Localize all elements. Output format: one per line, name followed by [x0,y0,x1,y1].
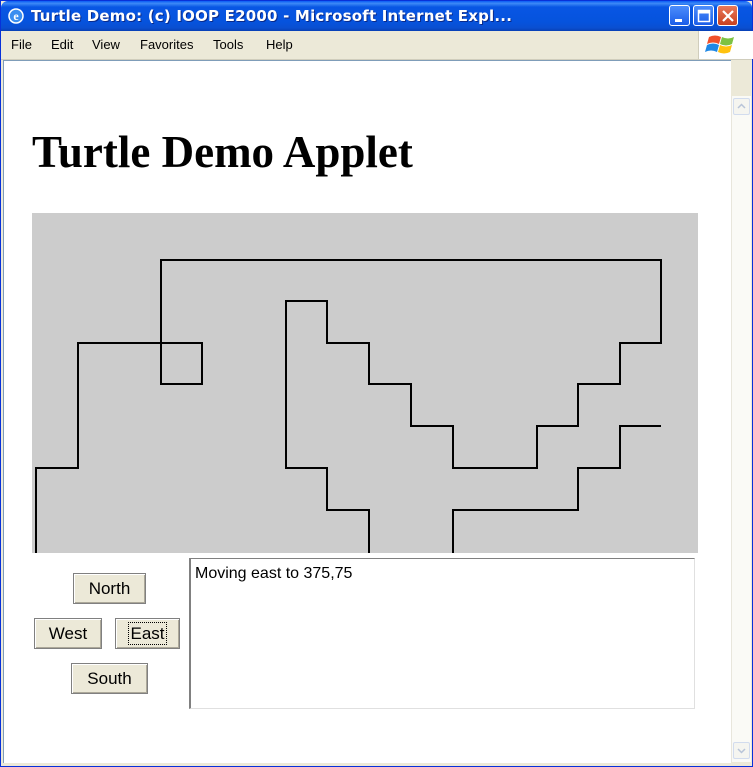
east-button-label: East [128,621,167,645]
menu-edit[interactable]: Edit [51,37,73,52]
status-output[interactable]: Moving east to 375,75 [189,558,695,709]
menu-favorites[interactable]: Favorites [140,37,193,52]
maximize-button[interactable] [693,5,714,26]
svg-text:e: e [13,9,19,23]
windows-logo [698,31,753,59]
north-button[interactable]: North [73,573,146,604]
chevron-down-icon [737,748,746,754]
south-button[interactable]: South [71,663,148,694]
menu-tools[interactable]: Tools [213,37,243,52]
east-button[interactable]: East [115,618,180,649]
menu-bar: File Edit View Favorites Tools Help [1,31,752,60]
menu-file[interactable]: File [11,37,32,52]
browser-window: e Turtle Demo: (c) IOOP E2000 - Microsof… [0,0,753,767]
scroll-down-button[interactable] [733,742,750,759]
turtle-path-1 [452,425,661,553]
window-title: Turtle Demo: (c) IOOP E2000 - Microsoft … [31,7,513,25]
windows-flag-icon [705,35,734,54]
turtle-canvas[interactable] [32,213,698,553]
internet-explorer-icon: e [8,8,24,24]
west-button[interactable]: West [34,618,102,649]
close-icon [722,10,734,22]
turtle-drawing [35,259,662,553]
chevron-up-icon [737,103,746,109]
minimize-button[interactable] [669,5,690,26]
south-button-label: South [87,668,132,688]
maximize-icon [697,9,711,23]
menu-view[interactable]: View [92,37,120,52]
minimize-icon [675,19,682,22]
title-bar[interactable]: e Turtle Demo: (c) IOOP E2000 - Microsof… [1,1,752,31]
vertical-scrollbar[interactable] [731,96,751,762]
north-button-label: North [88,578,131,598]
close-button[interactable] [717,5,738,26]
page-title: Turtle Demo Applet [32,127,413,177]
scroll-up-button[interactable] [733,98,750,115]
menu-help[interactable]: Help [266,37,293,52]
west-button-label: West [48,623,88,643]
